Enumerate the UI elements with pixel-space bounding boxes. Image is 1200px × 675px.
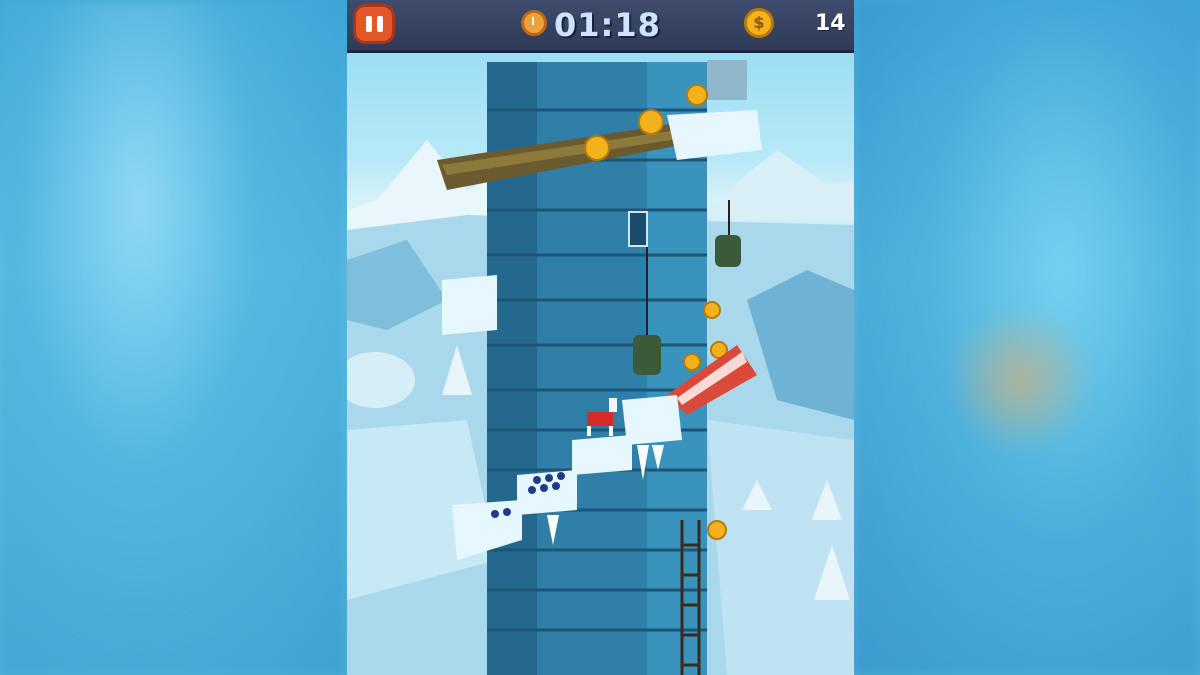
snow-block [572, 435, 632, 475]
background-glow [950, 300, 1090, 460]
coin [707, 520, 727, 540]
coin-counter: 14 [815, 11, 846, 36]
coin [683, 353, 701, 371]
game-scene [347, 60, 854, 675]
hud-bar: 01:18 $ 14 [347, 0, 854, 53]
snow-ledge [667, 110, 762, 160]
game-viewport[interactable]: 01:18 $ 14 [347, 0, 854, 675]
coin-icon: $ [744, 8, 774, 38]
timer-display: 01:18 [554, 6, 661, 44]
tower-door [628, 211, 648, 247]
blurred-background-left [0, 0, 347, 675]
stopwatch-icon [521, 10, 547, 36]
tower-cap [707, 60, 747, 100]
pause-button[interactable] [353, 4, 395, 44]
coin [584, 135, 610, 161]
coin [703, 301, 721, 319]
coin [686, 84, 708, 106]
snow-block [442, 275, 497, 335]
coin [638, 109, 664, 135]
pause-icon [365, 16, 372, 32]
